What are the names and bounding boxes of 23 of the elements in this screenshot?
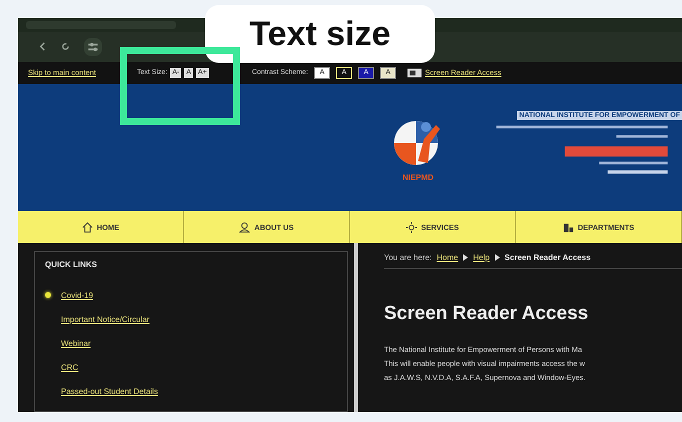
logo-text: NIEPMD	[402, 172, 434, 182]
breadcrumb-label: You are here:	[384, 253, 432, 262]
quick-link[interactable]: Passed-out Student Details	[61, 386, 158, 396]
back-icon[interactable]	[38, 42, 47, 52]
breadcrumb-link[interactable]: Help	[473, 253, 490, 262]
quick-link[interactable]: Webinar	[61, 338, 91, 348]
building-icon	[562, 222, 574, 233]
reload-icon[interactable]	[61, 42, 70, 52]
sun-icon	[406, 222, 418, 233]
page-heading: Screen Reader Access	[384, 303, 590, 326]
callout-label: Text size	[205, 5, 435, 63]
person-icon	[239, 222, 250, 233]
breadcrumb-current: Screen Reader Access	[504, 253, 591, 262]
breadcrumb-arrow-icon	[463, 254, 468, 262]
breadcrumb-arrow-icon	[494, 254, 500, 262]
quick-link[interactable]: Important Notice/Circular	[61, 314, 150, 324]
breadcrumb-link[interactable]: Home	[436, 253, 458, 262]
quick-links-title: QUICK LINKS	[45, 260, 98, 270]
quick-link[interactable]: CRC	[61, 362, 78, 372]
quick-link[interactable]: Covid-19	[61, 290, 94, 300]
screen-reader-icon	[407, 68, 422, 78]
home-icon	[82, 222, 93, 233]
site-settings-icon[interactable]	[84, 38, 102, 56]
